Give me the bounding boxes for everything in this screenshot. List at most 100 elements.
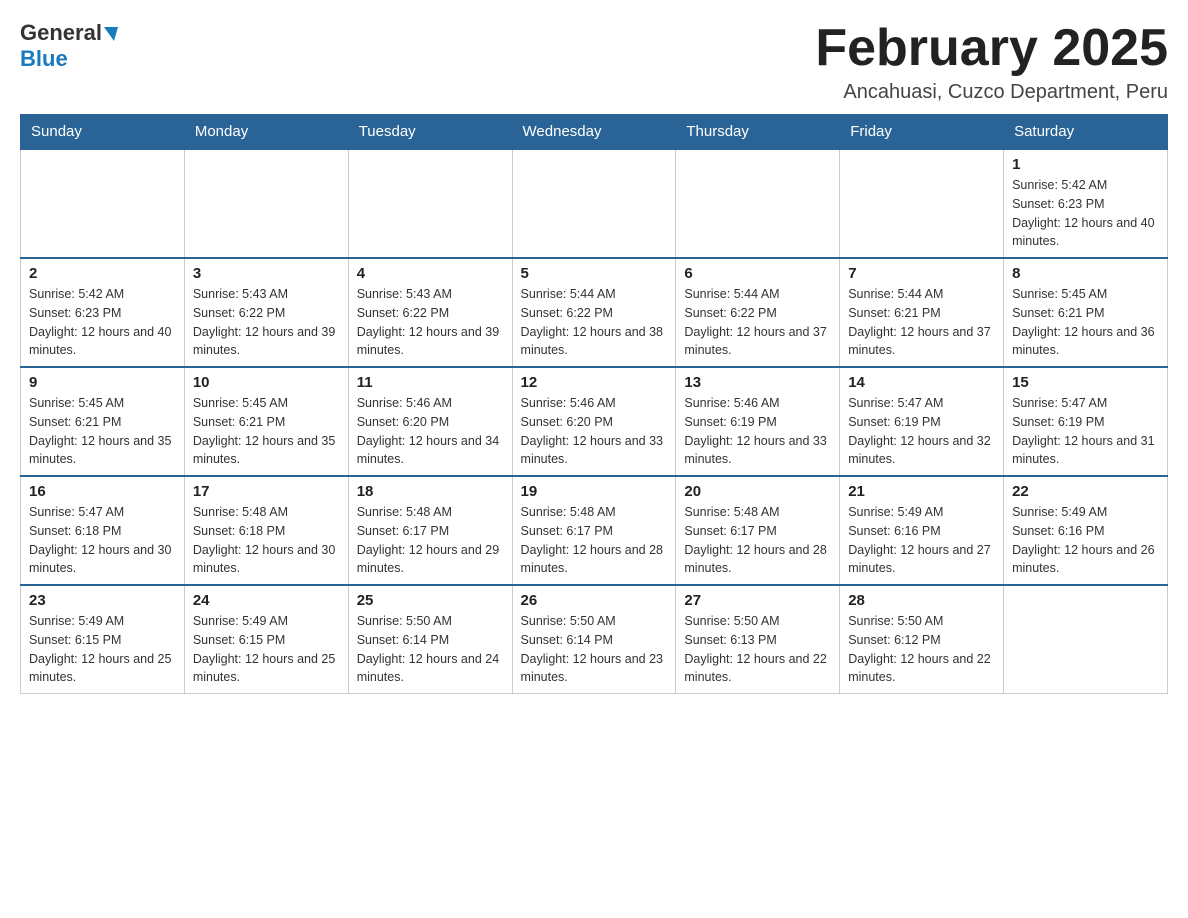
day-number: 19 bbox=[521, 483, 668, 500]
calendar-cell: 14 Sunrise: 5:47 AMSunset: 6:19 PMDayligh… bbox=[840, 367, 1004, 476]
day-info: Sunrise: 5:49 AMSunset: 6:16 PMDaylight:… bbox=[848, 503, 995, 578]
day-info: Sunrise: 5:42 AMSunset: 6:23 PMDaylight:… bbox=[1012, 176, 1159, 251]
calendar-cell: 7 Sunrise: 5:44 AMSunset: 6:21 PMDaylight… bbox=[840, 258, 1004, 367]
day-info: Sunrise: 5:43 AMSunset: 6:22 PMDaylight:… bbox=[357, 285, 504, 360]
day-number: 10 bbox=[193, 374, 340, 391]
day-info: Sunrise: 5:46 AMSunset: 6:20 PMDaylight:… bbox=[521, 394, 668, 469]
day-number: 25 bbox=[357, 592, 504, 609]
day-number: 21 bbox=[848, 483, 995, 500]
day-number: 3 bbox=[193, 265, 340, 282]
calendar-cell: 1Sunrise: 5:42 AMSunset: 6:23 PMDaylight… bbox=[1004, 149, 1168, 258]
calendar-cell bbox=[676, 149, 840, 258]
month-title: February 2025 bbox=[815, 20, 1168, 77]
day-number: 17 bbox=[193, 483, 340, 500]
calendar-cell bbox=[184, 149, 348, 258]
col-sunday: Sunday bbox=[21, 115, 185, 150]
calendar-week-row: 2 Sunrise: 5:42 AMSunset: 6:23 PMDaylight… bbox=[21, 258, 1168, 367]
calendar-cell: 22 Sunrise: 5:49 AMSunset: 6:16 PMDayligh… bbox=[1004, 476, 1168, 585]
day-number: 9 bbox=[29, 374, 176, 391]
col-thursday: Thursday bbox=[676, 115, 840, 150]
calendar-cell bbox=[512, 149, 676, 258]
calendar-week-row: 9 Sunrise: 5:45 AMSunset: 6:21 PMDaylight… bbox=[21, 367, 1168, 476]
logo: General Blue bbox=[20, 20, 118, 72]
day-info: Sunrise: 5:43 AMSunset: 6:22 PMDaylight:… bbox=[193, 285, 340, 360]
day-number: 11 bbox=[357, 374, 504, 391]
calendar-cell: 15 Sunrise: 5:47 AMSunset: 6:19 PMDayligh… bbox=[1004, 367, 1168, 476]
day-number: 24 bbox=[193, 592, 340, 609]
day-number: 18 bbox=[357, 483, 504, 500]
page-header: General Blue February 2025 Ancahuasi, Cu… bbox=[20, 20, 1168, 104]
day-info: Sunrise: 5:50 AMSunset: 6:13 PMDaylight:… bbox=[684, 612, 831, 687]
day-info: Sunrise: 5:44 AMSunset: 6:21 PMDaylight:… bbox=[848, 285, 995, 360]
col-monday: Monday bbox=[184, 115, 348, 150]
col-friday: Friday bbox=[840, 115, 1004, 150]
day-number: 26 bbox=[521, 592, 668, 609]
calendar-cell bbox=[1004, 585, 1168, 694]
day-info: Sunrise: 5:49 AMSunset: 6:16 PMDaylight:… bbox=[1012, 503, 1159, 578]
calendar-cell: 17Sunrise: 5:48 AMSunset: 6:18 PMDayligh… bbox=[184, 476, 348, 585]
calendar-cell: 13 Sunrise: 5:46 AMSunset: 6:19 PMDayligh… bbox=[676, 367, 840, 476]
day-info: Sunrise: 5:49 AMSunset: 6:15 PMDaylight:… bbox=[29, 612, 176, 687]
day-info: Sunrise: 5:48 AMSunset: 6:17 PMDaylight:… bbox=[684, 503, 831, 578]
calendar-cell: 21 Sunrise: 5:49 AMSunset: 6:16 PMDayligh… bbox=[840, 476, 1004, 585]
day-number: 15 bbox=[1012, 374, 1159, 391]
calendar-cell: 16 Sunrise: 5:47 AMSunset: 6:18 PMDayligh… bbox=[21, 476, 185, 585]
day-info: Sunrise: 5:42 AMSunset: 6:23 PMDaylight:… bbox=[29, 285, 176, 360]
day-number: 23 bbox=[29, 592, 176, 609]
day-info: Sunrise: 5:46 AMSunset: 6:20 PMDaylight:… bbox=[357, 394, 504, 469]
day-info: Sunrise: 5:45 AMSunset: 6:21 PMDaylight:… bbox=[193, 394, 340, 469]
calendar-cell: 18 Sunrise: 5:48 AMSunset: 6:17 PMDayligh… bbox=[348, 476, 512, 585]
day-number: 6 bbox=[684, 265, 831, 282]
calendar-cell: 27 Sunrise: 5:50 AMSunset: 6:13 PMDayligh… bbox=[676, 585, 840, 694]
calendar-cell: 23 Sunrise: 5:49 AMSunset: 6:15 PMDayligh… bbox=[21, 585, 185, 694]
day-info: Sunrise: 5:46 AMSunset: 6:19 PMDaylight:… bbox=[684, 394, 831, 469]
day-info: Sunrise: 5:47 AMSunset: 6:18 PMDaylight:… bbox=[29, 503, 176, 578]
col-tuesday: Tuesday bbox=[348, 115, 512, 150]
day-info: Sunrise: 5:50 AMSunset: 6:14 PMDaylight:… bbox=[357, 612, 504, 687]
day-number: 14 bbox=[848, 374, 995, 391]
day-number: 2 bbox=[29, 265, 176, 282]
day-info: Sunrise: 5:49 AMSunset: 6:15 PMDaylight:… bbox=[193, 612, 340, 687]
calendar-cell: 5Sunrise: 5:44 AMSunset: 6:22 PMDaylight… bbox=[512, 258, 676, 367]
calendar-week-row: 23 Sunrise: 5:49 AMSunset: 6:15 PMDayligh… bbox=[21, 585, 1168, 694]
calendar-cell: 8Sunrise: 5:45 AMSunset: 6:21 PMDaylight… bbox=[1004, 258, 1168, 367]
day-info: Sunrise: 5:45 AMSunset: 6:21 PMDaylight:… bbox=[29, 394, 176, 469]
day-info: Sunrise: 5:47 AMSunset: 6:19 PMDaylight:… bbox=[848, 394, 995, 469]
day-number: 20 bbox=[684, 483, 831, 500]
day-number: 22 bbox=[1012, 483, 1159, 500]
day-info: Sunrise: 5:47 AMSunset: 6:19 PMDaylight:… bbox=[1012, 394, 1159, 469]
logo-blue-text: Blue bbox=[20, 46, 68, 71]
calendar-cell: 24 Sunrise: 5:49 AMSunset: 6:15 PMDayligh… bbox=[184, 585, 348, 694]
day-info: Sunrise: 5:45 AMSunset: 6:21 PMDaylight:… bbox=[1012, 285, 1159, 360]
calendar-cell: 2 Sunrise: 5:42 AMSunset: 6:23 PMDaylight… bbox=[21, 258, 185, 367]
day-number: 28 bbox=[848, 592, 995, 609]
calendar-cell bbox=[21, 149, 185, 258]
day-info: Sunrise: 5:48 AMSunset: 6:17 PMDaylight:… bbox=[357, 503, 504, 578]
day-number: 4 bbox=[357, 265, 504, 282]
calendar-cell: 11 Sunrise: 5:46 AMSunset: 6:20 PMDayligh… bbox=[348, 367, 512, 476]
calendar-cell: 19Sunrise: 5:48 AMSunset: 6:17 PMDayligh… bbox=[512, 476, 676, 585]
calendar-cell: 3 Sunrise: 5:43 AMSunset: 6:22 PMDaylight… bbox=[184, 258, 348, 367]
day-number: 13 bbox=[684, 374, 831, 391]
calendar-week-row: 16 Sunrise: 5:47 AMSunset: 6:18 PMDayligh… bbox=[21, 476, 1168, 585]
title-area: February 2025 Ancahuasi, Cuzco Departmen… bbox=[815, 20, 1168, 104]
day-number: 12 bbox=[521, 374, 668, 391]
calendar-cell bbox=[348, 149, 512, 258]
col-saturday: Saturday bbox=[1004, 115, 1168, 150]
calendar-cell: 9 Sunrise: 5:45 AMSunset: 6:21 PMDaylight… bbox=[21, 367, 185, 476]
day-number: 5 bbox=[521, 265, 668, 282]
calendar-header-row: Sunday Monday Tuesday Wednesday Thursday… bbox=[21, 115, 1168, 150]
logo-triangle-icon bbox=[104, 27, 118, 41]
calendar-cell: 20 Sunrise: 5:48 AMSunset: 6:17 PMDayligh… bbox=[676, 476, 840, 585]
calendar-cell: 4 Sunrise: 5:43 AMSunset: 6:22 PMDaylight… bbox=[348, 258, 512, 367]
day-number: 27 bbox=[684, 592, 831, 609]
day-number: 16 bbox=[29, 483, 176, 500]
calendar-week-row: 1Sunrise: 5:42 AMSunset: 6:23 PMDaylight… bbox=[21, 149, 1168, 258]
calendar-cell: 25 Sunrise: 5:50 AMSunset: 6:14 PMDayligh… bbox=[348, 585, 512, 694]
calendar-cell: 12 Sunrise: 5:46 AMSunset: 6:20 PMDayligh… bbox=[512, 367, 676, 476]
day-info: Sunrise: 5:50 AMSunset: 6:12 PMDaylight:… bbox=[848, 612, 995, 687]
calendar-cell: 6Sunrise: 5:44 AMSunset: 6:22 PMDaylight… bbox=[676, 258, 840, 367]
calendar-cell: 28 Sunrise: 5:50 AMSunset: 6:12 PMDayligh… bbox=[840, 585, 1004, 694]
day-number: 7 bbox=[848, 265, 995, 282]
location-subtitle: Ancahuasi, Cuzco Department, Peru bbox=[815, 81, 1168, 104]
